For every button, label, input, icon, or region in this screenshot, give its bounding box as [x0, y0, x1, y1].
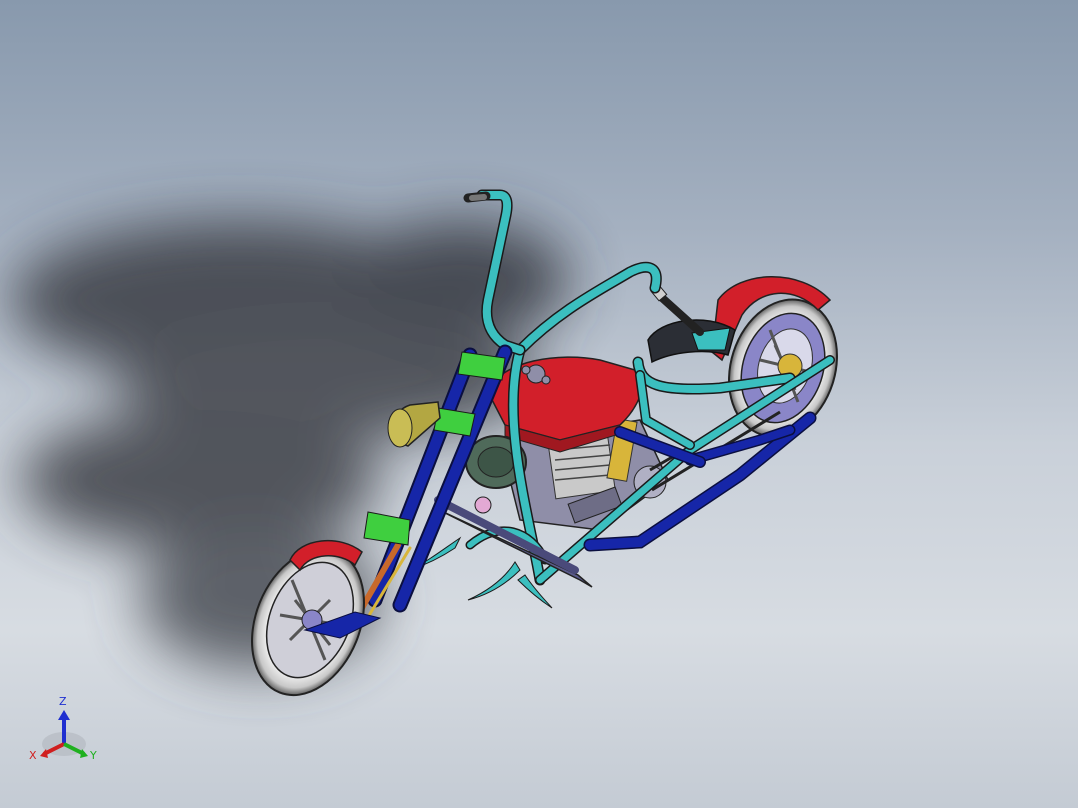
- axis-triad[interactable]: Z X Y: [26, 694, 106, 774]
- y-axis-label: Y: [90, 749, 97, 762]
- z-axis-arrow-icon: [58, 710, 70, 720]
- graphics-viewport[interactable]: Z X Y: [0, 0, 1078, 808]
- 3d-model-view[interactable]: [0, 0, 1078, 808]
- x-axis-label: X: [29, 749, 37, 762]
- z-axis-label: Z: [59, 695, 67, 708]
